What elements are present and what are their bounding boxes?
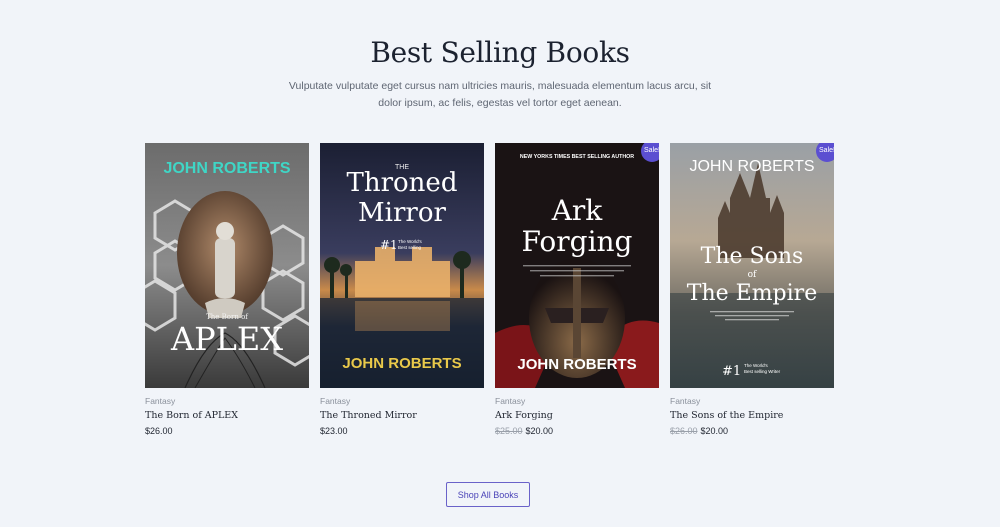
price-current: $26.00 — [145, 426, 173, 436]
cover-art-ark-forging: NEW YORKS TIMES BEST SELLING AUTHOR Ark … — [495, 143, 659, 388]
cover-rank-line-2: Best selling Writer — [744, 369, 781, 374]
cover-rank-line-2: Best selling — [398, 245, 422, 250]
book-cover[interactable]: NEW YORKS TIMES BEST SELLING AUTHOR Ark … — [495, 143, 659, 388]
cover-author: JOHN ROBERTS — [163, 160, 290, 177]
product-price: $26.00 $20.00 — [670, 426, 834, 436]
book-cover[interactable]: THE Throned Mirror #1 The World's Best s… — [320, 143, 484, 388]
cover-rank: #1 — [722, 364, 741, 379]
price-current: $20.00 — [525, 426, 554, 436]
cover-author: JOHN ROBERTS — [342, 355, 461, 372]
sale-badge: Sale! — [816, 143, 834, 162]
book-cover[interactable]: JOHN ROBERTS The Born of APLEX — [145, 143, 309, 388]
cover-title-line-2: of — [748, 270, 757, 280]
section-description: Vulputate vulputate eget cursus nam ultr… — [288, 80, 712, 109]
cover-tagline: NEW YORKS TIMES BEST SELLING AUTHOR — [520, 154, 634, 160]
price-current: $23.00 — [320, 426, 348, 436]
cover-art-sons-of-empire: JOHN ROBERTS The Sons of The Empire #1 T… — [670, 143, 834, 388]
cover-rank: #1 — [380, 238, 398, 252]
cover-author: JOHN ROBERTS — [689, 158, 814, 175]
cover-title-line-1: Ark — [551, 194, 604, 227]
cover-rank-line-1: The World's — [744, 363, 769, 368]
product-card[interactable]: THE Throned Mirror #1 The World's Best s… — [320, 143, 484, 436]
cover-title-line-2: Forging — [522, 225, 633, 258]
cover-title-line-3: The Empire — [687, 281, 817, 306]
product-card[interactable]: JOHN ROBERTS The Sons of The Empire #1 T… — [670, 143, 834, 436]
cover-art-aplex: JOHN ROBERTS The Born of APLEX — [145, 143, 309, 388]
cover-title: APLEX — [170, 320, 283, 358]
price-old: $25.00 — [495, 426, 523, 436]
cover-title-line-2: Mirror — [358, 198, 446, 228]
product-card[interactable]: NEW YORKS TIMES BEST SELLING AUTHOR Ark … — [495, 143, 659, 436]
sale-badge: Sale! — [641, 143, 659, 162]
cover-title-line-1: Throned — [347, 168, 458, 198]
product-name[interactable]: The Sons of the Empire — [670, 410, 834, 421]
product-name[interactable]: Ark Forging — [495, 410, 659, 421]
product-name[interactable]: The Born of APLEX — [145, 410, 309, 421]
product-card[interactable]: JOHN ROBERTS The Born of APLEX Fantasy T… — [145, 143, 309, 436]
product-price: $26.00 — [145, 426, 309, 436]
product-category: Fantasy — [145, 396, 176, 406]
product-price: $25.00 $20.00 — [495, 426, 659, 436]
cover-author: JOHN ROBERTS — [517, 356, 636, 373]
product-grid: JOHN ROBERTS The Born of APLEX Fantasy T… — [145, 143, 835, 443]
section-title: Best Selling Books — [370, 36, 630, 69]
cover-title-line-1: The Sons — [701, 244, 804, 269]
product-category: Fantasy — [495, 396, 526, 406]
product-category: Fantasy — [670, 396, 701, 406]
price-current: $20.00 — [700, 426, 729, 436]
book-cover[interactable]: JOHN ROBERTS The Sons of The Empire #1 T… — [670, 143, 834, 388]
product-category: Fantasy — [320, 396, 351, 406]
cover-rank-line-1: The World's — [398, 239, 423, 244]
shop-all-books-button[interactable]: Shop All Books — [446, 482, 530, 507]
product-name[interactable]: The Throned Mirror — [320, 410, 484, 421]
cover-art-throned-mirror: THE Throned Mirror #1 The World's Best s… — [320, 143, 484, 388]
price-old: $26.00 — [670, 426, 698, 436]
product-price: $23.00 — [320, 426, 484, 436]
